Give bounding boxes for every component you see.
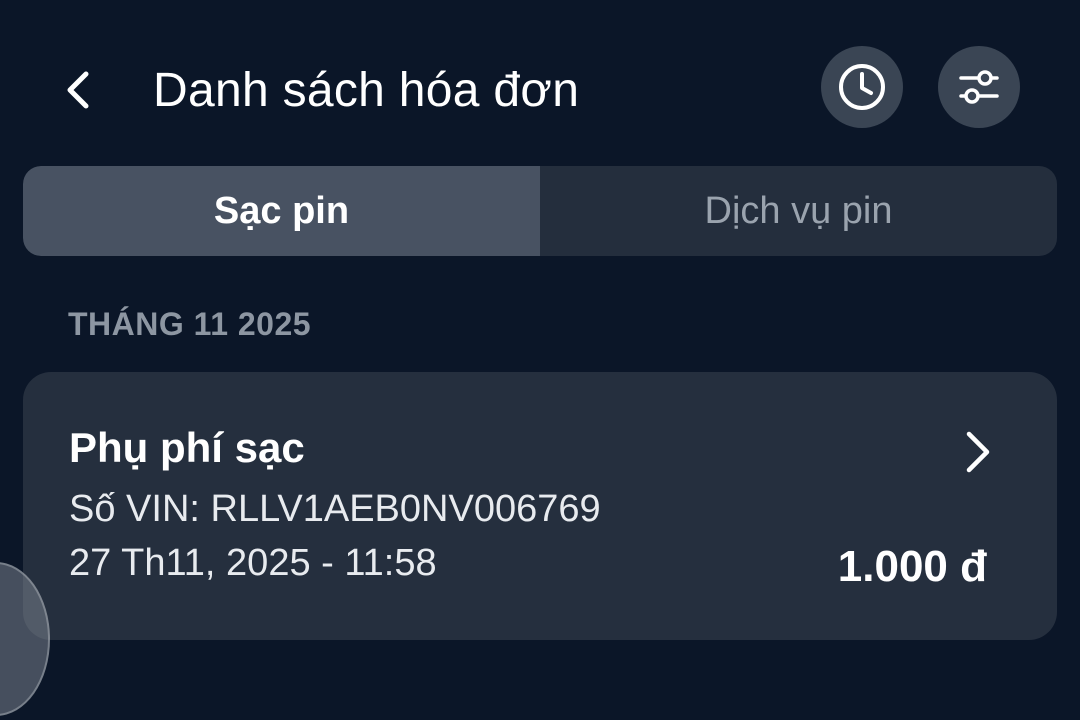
sliders-icon bbox=[959, 70, 999, 104]
tab-battery-service[interactable]: Dịch vụ pin bbox=[540, 166, 1057, 256]
invoice-amount: 1.000 đ bbox=[837, 542, 987, 591]
history-button[interactable] bbox=[821, 46, 903, 128]
invoice-title: Phụ phí sạc bbox=[69, 424, 305, 471]
invoice-vin: Số VIN: RLLV1AEB0NV006769 bbox=[69, 488, 601, 530]
chevron-left-icon bbox=[67, 71, 89, 109]
back-button[interactable] bbox=[50, 62, 106, 118]
month-section-header: THÁNG 11 2025 bbox=[68, 306, 312, 342]
invoice-datetime: 27 Th11, 2025 - 11:58 bbox=[69, 542, 437, 584]
chevron-right-icon bbox=[966, 431, 990, 473]
page-title: Danh sách hóa đơn bbox=[153, 64, 580, 117]
filter-button[interactable] bbox=[938, 46, 1020, 128]
clock-icon bbox=[839, 64, 885, 110]
invoice-card[interactable]: Phụ phí sạc Số VIN: RLLV1AEB0NV006769 27… bbox=[23, 372, 1057, 640]
invoice-type-tabs: Sạc pin Dịch vụ pin bbox=[23, 166, 1057, 256]
invoice-list-screen: Danh sách hóa đơn Sạc pin Dịch vụ pin TH… bbox=[0, 0, 1080, 720]
tab-charging[interactable]: Sạc pin bbox=[23, 166, 540, 256]
